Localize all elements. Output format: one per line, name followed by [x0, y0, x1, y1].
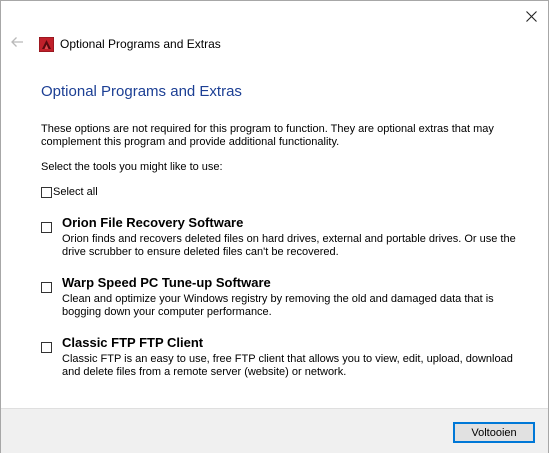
select-all-checkbox-row[interactable]: Select all: [41, 186, 98, 198]
select-prompt: Select the tools you might like to use:: [41, 161, 223, 173]
option-description: Clean and optimize your Windows registry…: [62, 293, 494, 318]
option-orion-checkbox[interactable]: [41, 222, 52, 233]
back-arrow-icon: [11, 37, 23, 47]
option-title[interactable]: Classic FTP FTP Client: [62, 335, 203, 350]
back-button[interactable]: [7, 31, 27, 53]
wizard-header: Optional Programs and Extras: [39, 35, 221, 53]
footer-bar: Voltooien: [1, 408, 548, 453]
app-icon: [39, 36, 54, 52]
select-all-label[interactable]: Select all: [53, 186, 98, 198]
option-title[interactable]: Orion File Recovery Software: [62, 215, 243, 230]
wizard-title: Optional Programs and Extras: [60, 37, 221, 51]
title-bar: [1, 1, 548, 31]
intro-text: These options are not required for this …: [41, 123, 494, 148]
option-title[interactable]: Warp Speed PC Tune-up Software: [62, 275, 271, 290]
close-button[interactable]: [514, 1, 548, 31]
select-all-checkbox[interactable]: [41, 186, 52, 198]
finish-button[interactable]: Voltooien: [453, 422, 535, 443]
option-description: Orion finds and recovers deleted files o…: [62, 233, 516, 258]
option-warp-speed-checkbox[interactable]: [41, 282, 52, 293]
page-title: Optional Programs and Extras: [41, 83, 242, 100]
option-classic-ftp-checkbox[interactable]: [41, 342, 52, 353]
option-description: Classic FTP is an easy to use, free FTP …: [62, 353, 513, 378]
installer-window: Optional Programs and Extras Optional Pr…: [0, 0, 549, 453]
close-icon: [525, 10, 537, 22]
